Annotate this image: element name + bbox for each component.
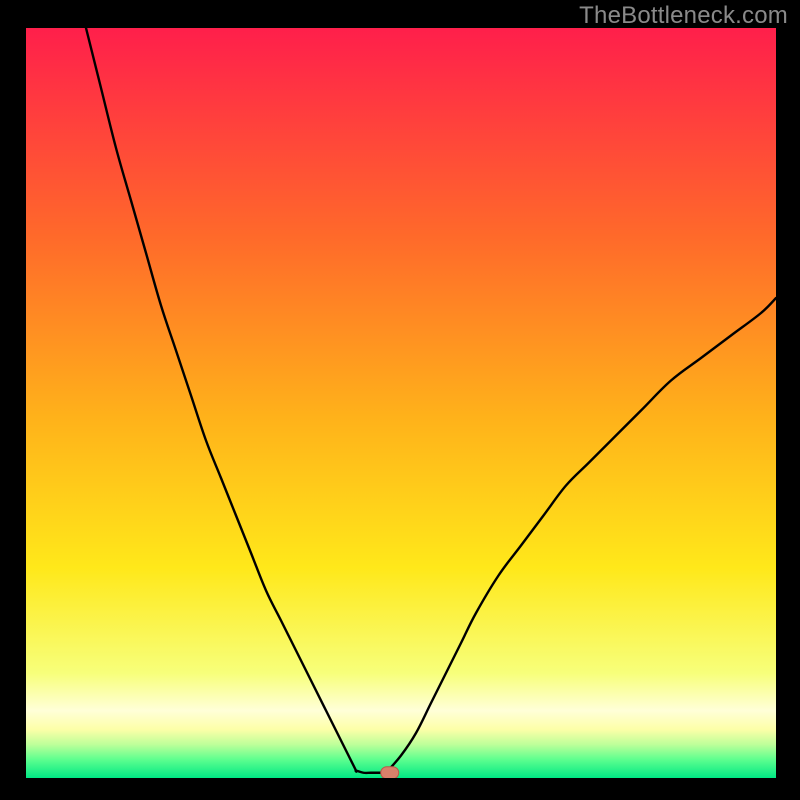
optimum-marker [381, 767, 399, 778]
bottleneck-chart [26, 28, 776, 778]
chart-frame: TheBottleneck.com [0, 0, 800, 800]
watermark-label: TheBottleneck.com [579, 2, 788, 30]
heat-gradient-background [26, 28, 776, 778]
